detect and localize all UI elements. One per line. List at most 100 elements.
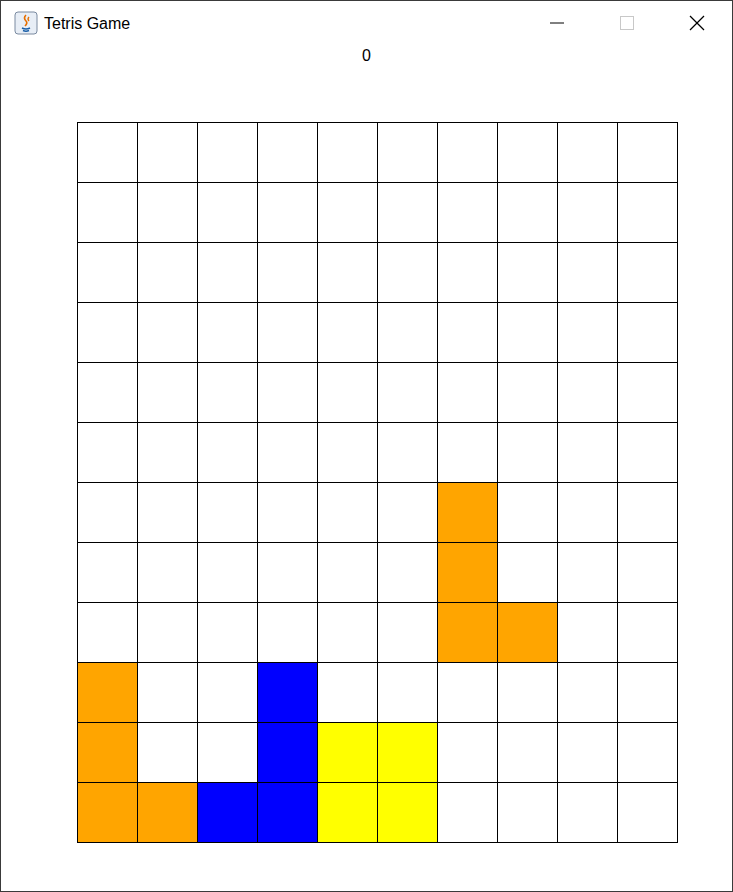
empty-cell [438, 783, 498, 843]
empty-cell [318, 363, 378, 423]
empty-cell [198, 543, 258, 603]
block-cell [378, 783, 438, 843]
empty-cell [258, 183, 318, 243]
empty-cell [78, 423, 138, 483]
empty-cell [498, 783, 558, 843]
empty-cell [138, 543, 198, 603]
empty-cell [138, 603, 198, 663]
title-bar: Tetris Game [1, 1, 732, 45]
empty-cell [438, 423, 498, 483]
empty-cell [378, 303, 438, 363]
empty-cell [618, 723, 678, 783]
empty-cell [318, 423, 378, 483]
empty-cell [558, 543, 618, 603]
empty-cell [78, 123, 138, 183]
empty-cell [138, 723, 198, 783]
empty-cell [558, 483, 618, 543]
empty-cell [558, 603, 618, 663]
empty-cell [558, 183, 618, 243]
score-area: 0 [1, 45, 732, 122]
empty-cell [78, 303, 138, 363]
empty-cell [618, 603, 678, 663]
empty-cell [498, 183, 558, 243]
empty-cell [438, 723, 498, 783]
close-icon [688, 14, 706, 32]
empty-cell [138, 363, 198, 423]
empty-cell [198, 363, 258, 423]
empty-cell [138, 183, 198, 243]
empty-cell [318, 243, 378, 303]
empty-cell [618, 303, 678, 363]
empty-cell [78, 603, 138, 663]
block-cell [438, 543, 498, 603]
empty-cell [198, 663, 258, 723]
empty-cell [558, 363, 618, 423]
block-cell [258, 663, 318, 723]
empty-cell [378, 183, 438, 243]
empty-cell [378, 123, 438, 183]
empty-cell [198, 303, 258, 363]
score-label: 0 [362, 46, 371, 122]
empty-cell [198, 483, 258, 543]
game-window: Tetris Game 0 [0, 0, 733, 892]
empty-cell [618, 243, 678, 303]
empty-cell [498, 543, 558, 603]
empty-cell [558, 423, 618, 483]
empty-cell [438, 243, 498, 303]
empty-cell [378, 423, 438, 483]
empty-cell [258, 303, 318, 363]
empty-cell [258, 423, 318, 483]
block-cell [318, 723, 378, 783]
empty-cell [558, 243, 618, 303]
empty-cell [78, 243, 138, 303]
empty-cell [138, 483, 198, 543]
empty-cell [438, 663, 498, 723]
block-cell [318, 783, 378, 843]
block-cell [498, 603, 558, 663]
block-cell [438, 603, 498, 663]
minimize-icon [548, 14, 566, 32]
empty-cell [438, 303, 498, 363]
empty-cell [438, 363, 498, 423]
block-cell [138, 783, 198, 843]
empty-cell [78, 483, 138, 543]
empty-cell [198, 423, 258, 483]
java-icon [14, 11, 38, 35]
empty-cell [78, 183, 138, 243]
empty-cell [498, 123, 558, 183]
game-board [77, 122, 678, 843]
block-cell [198, 783, 258, 843]
empty-cell [378, 243, 438, 303]
block-cell [438, 483, 498, 543]
empty-cell [138, 423, 198, 483]
empty-cell [318, 543, 378, 603]
empty-cell [618, 663, 678, 723]
minimize-button[interactable] [522, 1, 592, 45]
block-cell [78, 783, 138, 843]
empty-cell [498, 663, 558, 723]
close-button[interactable] [662, 1, 732, 45]
empty-cell [138, 123, 198, 183]
empty-cell [618, 783, 678, 843]
empty-cell [318, 483, 378, 543]
block-cell [378, 723, 438, 783]
empty-cell [138, 303, 198, 363]
empty-cell [498, 423, 558, 483]
empty-cell [258, 363, 318, 423]
empty-cell [378, 363, 438, 423]
empty-cell [258, 123, 318, 183]
empty-cell [498, 243, 558, 303]
maximize-icon [618, 14, 636, 32]
empty-cell [318, 183, 378, 243]
empty-cell [198, 723, 258, 783]
empty-cell [558, 663, 618, 723]
empty-cell [618, 123, 678, 183]
empty-cell [618, 483, 678, 543]
empty-cell [558, 303, 618, 363]
maximize-button[interactable] [592, 1, 662, 45]
empty-cell [618, 183, 678, 243]
empty-cell [78, 363, 138, 423]
block-cell [78, 663, 138, 723]
empty-cell [198, 123, 258, 183]
empty-cell [378, 483, 438, 543]
